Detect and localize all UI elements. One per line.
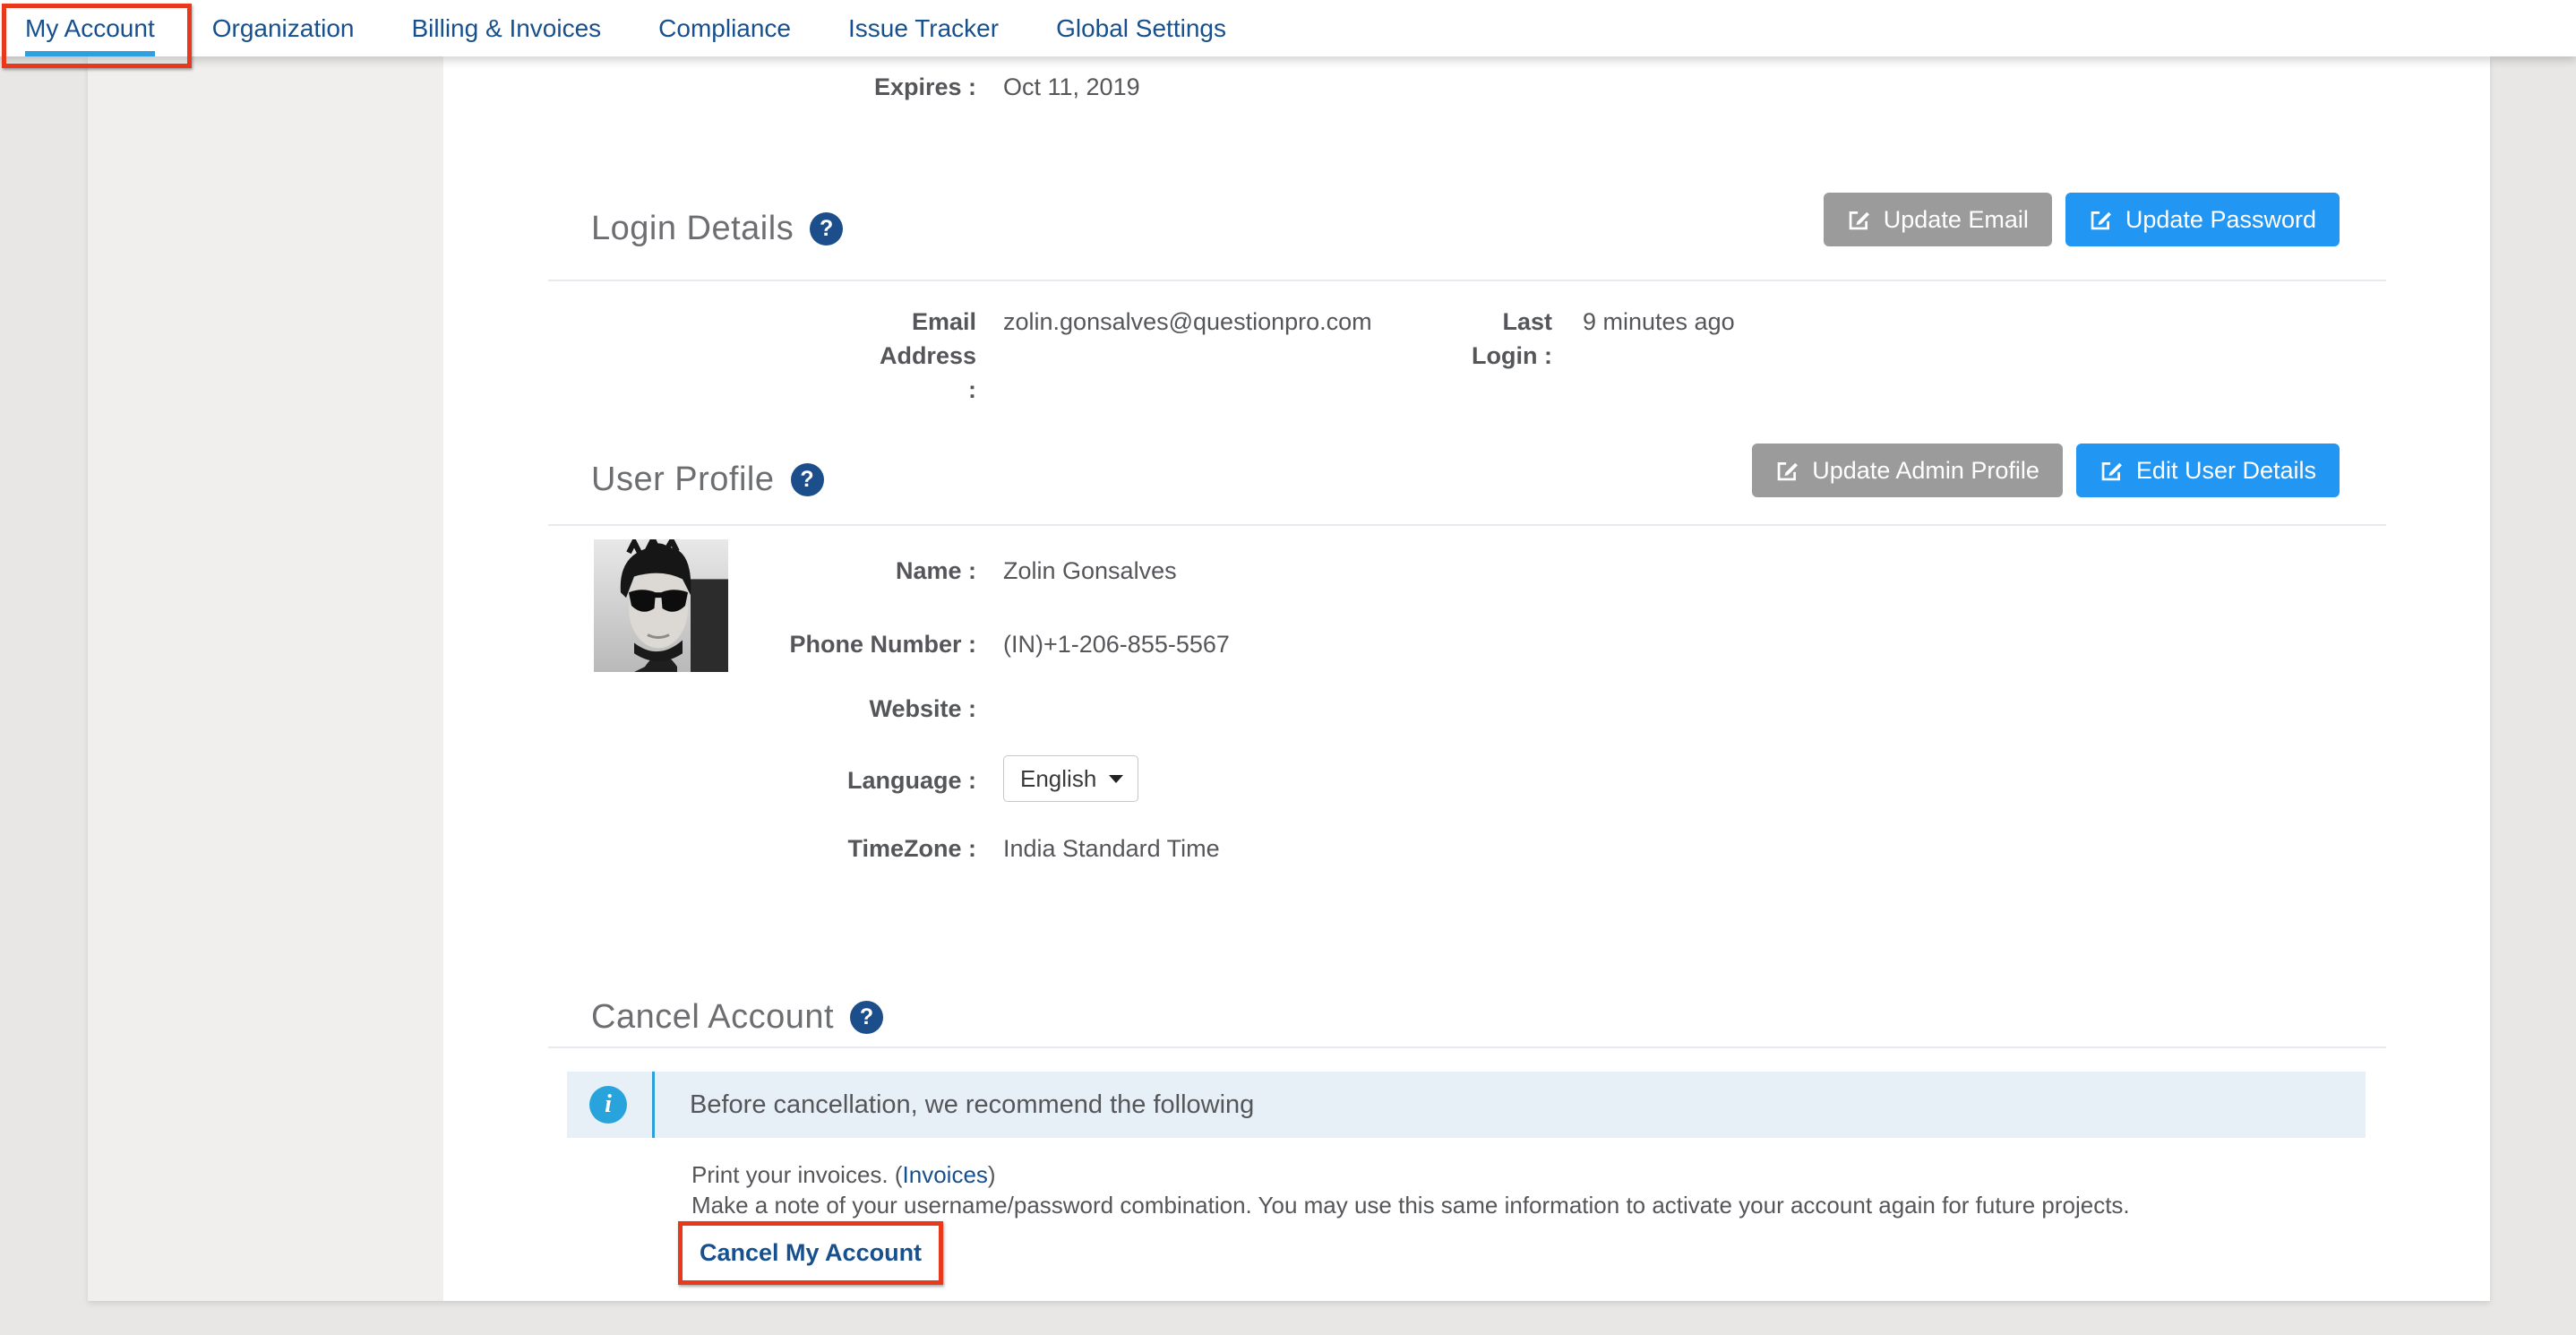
cancel-my-account-link[interactable]: Cancel My Account [700,1239,922,1266]
name-label: Name : [548,554,976,588]
edit-icon [1775,459,1799,483]
name-value: Zolin Gonsalves [1003,554,1177,588]
tab-my-account[interactable]: My Account [25,0,155,56]
help-icon[interactable]: ? [850,1001,883,1034]
banner-divider-line [652,1072,655,1138]
user-profile-header: User Profile ? [591,452,824,506]
user-profile-actions: Update Admin Profile Edit User Details [1752,444,2340,497]
tab-organization[interactable]: Organization [212,0,355,56]
phone-number-label: Phone Number : [548,627,976,661]
cancel-account-header: Cancel Account ? [591,990,883,1044]
update-email-button[interactable]: Update Email [1824,193,2052,246]
print-invoices-text: Print your invoices. ( [691,1161,903,1188]
timezone-value: India Standard Time [1003,831,1220,866]
language-dropdown[interactable]: English [1003,755,1138,802]
language-label: Language : [548,763,976,797]
print-invoices-line: Print your invoices. (Invoices) [691,1161,996,1189]
update-admin-profile-label: Update Admin Profile [1812,457,2039,485]
timezone-label: TimeZone : [548,831,976,866]
website-label: Website : [548,692,976,726]
update-admin-profile-button[interactable]: Update Admin Profile [1752,444,2063,497]
help-icon[interactable]: ? [810,212,843,245]
update-password-label: Update Password [2125,206,2316,234]
section-divider [548,280,2386,281]
update-email-label: Update Email [1884,206,2029,234]
email-address-value: zolin.gonsalves@questionpro.com [1003,305,1372,339]
email-address-label: Email Address : [869,305,976,407]
chevron-down-icon [1109,775,1123,783]
info-icon: i [589,1086,627,1124]
tab-billing-invoices[interactable]: Billing & Invoices [412,0,602,56]
phone-number-value: (IN)+1-206-855-5567 [1003,627,1230,661]
content-card: Expires : Oct 11, 2019 Login Details ? U… [88,56,2490,1301]
top-navigation: My Account Organization Billing & Invoic… [0,0,2576,56]
last-login-label: Last Login : [1467,305,1552,373]
language-selected-value: English [1020,765,1096,793]
edit-user-details-button[interactable]: Edit User Details [2076,444,2340,497]
user-profile-title: User Profile [591,461,775,499]
tab-compliance[interactable]: Compliance [658,0,791,56]
banner-text: Before cancellation, we recommend the fo… [690,1090,1254,1120]
edit-icon [2089,208,2113,232]
cancel-account-title: Cancel Account [591,998,834,1037]
tab-global-settings[interactable]: Global Settings [1056,0,1226,56]
login-details-actions: Update Email Update Password [1824,193,2340,246]
section-divider [548,524,2386,526]
red-highlight-cancel-account: Cancel My Account [678,1221,943,1285]
invoices-link[interactable]: Invoices [903,1161,988,1188]
edit-icon [2099,459,2124,483]
edit-user-details-label: Edit User Details [2136,457,2316,485]
expires-label: Expires : [548,70,976,104]
left-sidebar-panel [88,56,443,1301]
login-details-title: Login Details [591,210,794,248]
tab-issue-tracker[interactable]: Issue Tracker [848,0,999,56]
section-divider [548,1046,2386,1048]
edit-icon [1847,208,1871,232]
help-icon[interactable]: ? [791,463,824,496]
cancellation-info-banner: i Before cancellation, we recommend the … [567,1072,2366,1138]
expires-value: Oct 11, 2019 [1003,70,1140,104]
last-login-value: 9 minutes ago [1583,305,1735,339]
login-details-header: Login Details ? [591,202,843,255]
username-password-note: Make a note of your username/password co… [691,1192,2130,1219]
print-invoices-text-suffix: ) [988,1161,996,1188]
update-password-button[interactable]: Update Password [2065,193,2340,246]
